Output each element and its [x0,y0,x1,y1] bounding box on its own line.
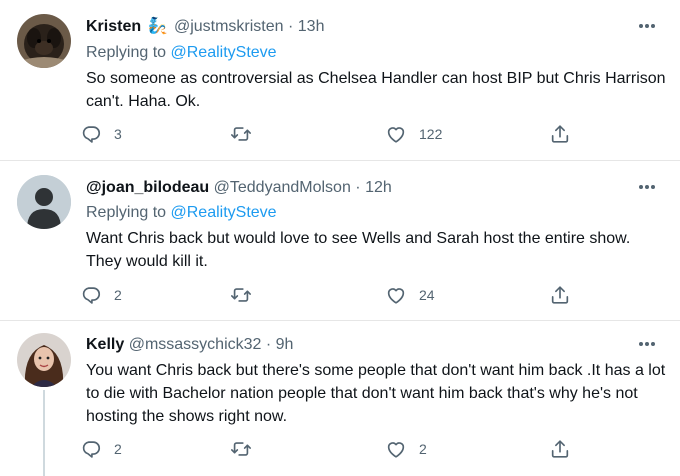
replying-to-link[interactable]: @RealitySteve [171,204,277,221]
tweet-kristen[interactable]: Kristen 🧞 @justmskristen · 13h Replying … [0,0,680,160]
timestamp[interactable]: · 12h [355,179,391,196]
share-icon [549,123,571,145]
share-button[interactable] [549,437,571,461]
tweet-actions: 2 24 [80,283,600,307]
replying-to-link[interactable]: @RealitySteve [171,44,277,61]
tweet-joan[interactable]: @joan_bilodeau @TeddyandMolson · 12h Rep… [0,161,680,321]
replying-to-prefix: Replying to [86,204,171,221]
reply-count: 2 [114,287,122,303]
replying-to: Replying to @RealitySteve [86,43,277,63]
share-icon [549,284,571,306]
more-icon[interactable] [638,17,660,37]
share-button[interactable] [549,122,571,146]
tweet-actions: 3 122 [80,122,600,146]
tweet-text: You want Chris back but there's some peo… [86,362,666,425]
share-button[interactable] [549,283,571,307]
like-button[interactable]: 24 [385,283,435,307]
like-count: 122 [419,126,443,142]
tweet-text: So someone as controversial as Chelsea H… [86,70,666,110]
like-button[interactable]: 122 [385,122,442,146]
avatar[interactable] [17,14,71,68]
display-name[interactable]: Kristen [86,18,141,35]
avatar[interactable] [17,175,71,229]
more-icon[interactable] [638,178,660,198]
like-count: 2 [419,441,427,457]
tweet-header: Kelly @mssassychick32 · 9h [86,335,293,355]
tweet-header: Kristen 🧞 @justmskristen · 13h [86,17,324,37]
retweet-button[interactable] [230,122,252,146]
reply-button[interactable]: 2 [80,283,122,307]
tweet-kelly[interactable]: Kelly @mssassychick32 · 9h You want Chri… [0,321,680,476]
retweet-button[interactable] [230,437,252,461]
heart-icon [385,123,407,145]
tweet-actions: 2 2 [80,437,600,461]
display-name[interactable]: @joan_bilodeau [86,179,209,196]
display-name[interactable]: Kelly [86,336,124,353]
reply-count: 2 [114,441,122,457]
retweet-icon [230,438,252,460]
reply-button[interactable]: 3 [80,122,122,146]
heart-icon [385,284,407,306]
replying-to: Replying to @RealitySteve [86,203,277,223]
tweet-text: Want Chris back but would love to see We… [86,230,631,270]
reply-icon [80,123,102,145]
user-handle[interactable]: @justmskristen [174,18,284,35]
timestamp[interactable]: · 13h [288,18,324,35]
like-count: 24 [419,287,435,303]
genie-emoji-icon: 🧞 [147,18,168,35]
tweet-header: @joan_bilodeau @TeddyandMolson · 12h [86,178,392,198]
timestamp[interactable]: · 9h [266,336,294,353]
retweet-icon [230,284,252,306]
replying-to-prefix: Replying to [86,44,171,61]
user-handle[interactable]: @mssassychick32 [129,336,262,353]
heart-icon [385,438,407,460]
more-icon[interactable] [638,335,660,355]
reply-icon [80,284,102,306]
share-icon [549,438,571,460]
retweet-button[interactable] [230,283,252,307]
reply-icon [80,438,102,460]
retweet-icon [230,123,252,145]
reply-button[interactable]: 2 [80,437,122,461]
avatar[interactable] [17,333,71,387]
user-handle[interactable]: @TeddyandMolson [214,179,351,196]
reply-count: 3 [114,126,122,142]
like-button[interactable]: 2 [385,437,427,461]
